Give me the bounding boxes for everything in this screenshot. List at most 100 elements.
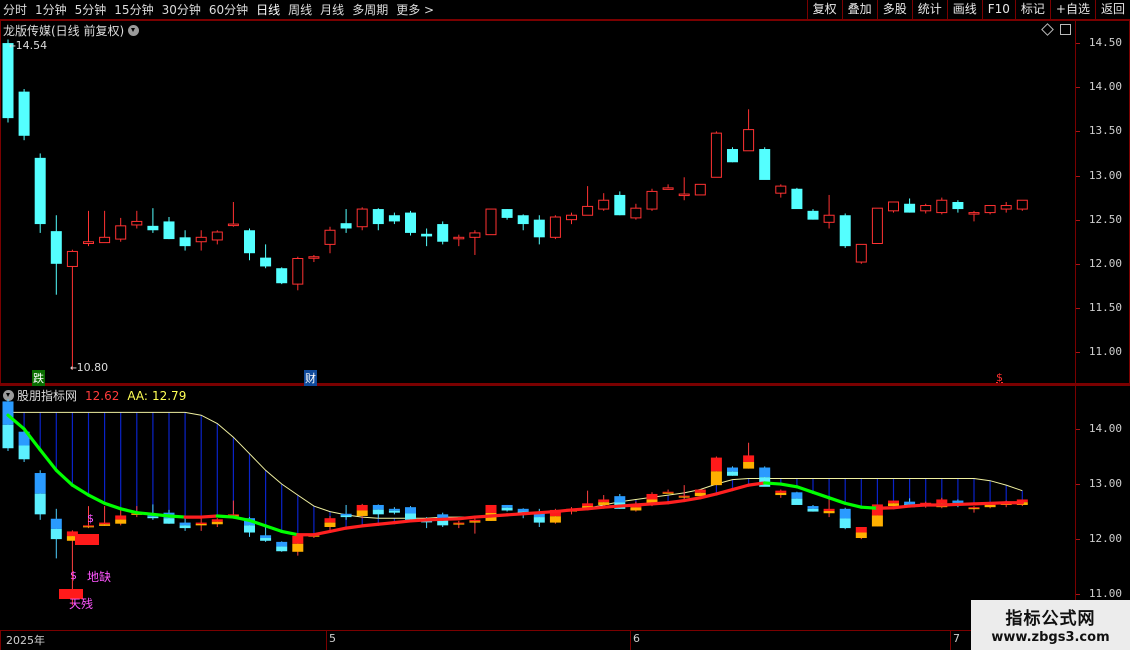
price-axis-tick <box>1076 263 1080 265</box>
date-label-jun: 6 <box>633 632 640 645</box>
price-axis-tick <box>1076 352 1080 354</box>
tab-1min[interactable]: 1分钟 <box>32 1 70 18</box>
sub-candle-body-bottom <box>50 528 62 540</box>
sub-candle-body-bottom <box>340 515 352 518</box>
sub-candle-body-top <box>485 504 497 513</box>
candle-body <box>694 183 706 196</box>
candle-body <box>566 214 577 221</box>
candle-body <box>533 219 545 238</box>
candle-body <box>517 215 529 225</box>
color-ma-segment <box>730 483 751 492</box>
sub-candle-body-top <box>904 501 916 505</box>
tab-fenshi[interactable]: 分时 <box>0 1 30 18</box>
sub-candle-body-top <box>694 489 706 493</box>
price-axis-tick <box>1076 43 1080 45</box>
price-axis-tick <box>1076 175 1080 177</box>
tab-15min[interactable]: 15分钟 <box>111 1 156 18</box>
overlay-button[interactable]: 叠加 <box>841 0 877 19</box>
tab-monthly[interactable]: 月线 <box>317 1 347 18</box>
color-ma-segment <box>940 502 960 507</box>
sub-candle-body-bottom <box>211 521 223 525</box>
watermark-line1: 指标公式网 <box>1005 609 1096 629</box>
sub-candle-body-bottom <box>678 496 690 498</box>
sub-candle-body-top <box>227 514 239 516</box>
add-watchlist-button[interactable]: +自选 <box>1049 0 1095 19</box>
color-ma-segment <box>521 511 541 516</box>
date-tick-4 <box>950 630 951 650</box>
tab-60min[interactable]: 60分钟 <box>206 1 251 18</box>
candle-body <box>211 231 223 241</box>
sub-candle-body-bottom <box>115 519 127 524</box>
color-ma-segment <box>231 515 252 522</box>
stats-button[interactable]: 统计 <box>911 0 947 19</box>
color-ma-segment <box>489 513 509 518</box>
color-ma-segment <box>441 517 461 521</box>
back-button[interactable]: 返回 <box>1094 0 1130 19</box>
sub-candle-body-top <box>324 518 336 523</box>
candle-body <box>839 215 851 247</box>
sub-candle-body-bottom <box>888 503 899 507</box>
sub-candle-body-top <box>276 541 288 547</box>
sub-candle-body-top <box>405 507 416 514</box>
sub-candle-body-bottom <box>324 522 336 528</box>
fuquan-button[interactable]: 复权 <box>806 0 842 19</box>
period-tabs: 分时 1分钟 5分钟 15分钟 30分钟 60分钟 日线 周线 月线 多周期 更多 > <box>0 0 439 19</box>
f10-button[interactable]: F10 <box>981 0 1015 19</box>
mark-button[interactable]: 标记 <box>1014 0 1050 19</box>
color-ma-segment <box>972 501 992 506</box>
sub-candle-body-bottom <box>855 532 867 539</box>
sub-candle-body-bottom <box>549 516 561 523</box>
tag-die[interactable]: 跌 <box>32 370 45 386</box>
candle-body <box>324 229 336 245</box>
candle-body <box>131 220 143 226</box>
sub-red-block-1 <box>75 534 99 545</box>
color-ma-segment <box>280 529 300 537</box>
candle-body <box>791 188 803 210</box>
tab-weekly[interactable]: 周线 <box>285 1 315 18</box>
sub-candle-body-top <box>582 503 594 507</box>
candle-body <box>582 205 594 216</box>
candle-body <box>147 225 159 231</box>
color-ma-segment <box>360 522 380 528</box>
candle-body <box>823 214 835 223</box>
date-label-may: 5 <box>329 632 336 645</box>
tag-dollar[interactable]: $ <box>996 371 1003 384</box>
tab-more[interactable]: 更多 > <box>393 1 437 18</box>
sub-candle-body-top <box>211 519 223 522</box>
color-ma-segment <box>779 482 799 489</box>
tag-cai[interactable]: 财 <box>304 370 317 386</box>
tab-30min[interactable]: 30分钟 <box>159 1 204 18</box>
sub-candle-body-top <box>453 522 465 524</box>
sub-candle-body-top <box>388 508 400 511</box>
sub-candle-body-bottom <box>195 523 207 526</box>
draw-line-button[interactable]: 画线 <box>946 0 982 19</box>
color-ma-segment <box>537 509 558 515</box>
candlestick-chart[interactable] <box>0 21 1075 383</box>
low-price-label: 10.80 <box>76 361 109 374</box>
sub-candle-body-bottom <box>34 493 46 515</box>
candle-body <box>1016 199 1028 210</box>
candle-body <box>227 223 239 227</box>
sub-candle-body-bottom <box>630 507 642 511</box>
sub-candle-body-bottom <box>775 492 787 496</box>
sub-candle-body-top <box>614 496 626 503</box>
candle-body <box>646 190 658 210</box>
sub-candle-body-top <box>501 504 513 508</box>
candle-body <box>66 250 78 267</box>
sub-candle-body-top <box>759 467 771 478</box>
color-ma-segment <box>827 496 847 505</box>
sub-candle-body-bottom <box>533 517 545 523</box>
price-axis-tick <box>1076 307 1080 309</box>
sub-candle-body-top <box>517 508 529 512</box>
candle-body <box>260 257 272 267</box>
sub-candle-body-bottom <box>453 523 465 525</box>
candle-body <box>469 232 481 238</box>
tab-daily[interactable]: 日线 <box>253 1 283 18</box>
tab-multi[interactable]: 多周期 <box>349 1 391 18</box>
indicator-chart[interactable] <box>0 386 1075 630</box>
tab-5min[interactable]: 5分钟 <box>72 1 110 18</box>
multi-stock-button[interactable]: 多股 <box>876 0 912 19</box>
sub-axis-tick <box>1076 428 1080 430</box>
price-axis-label: 12.50 <box>1088 212 1122 226</box>
candle-body <box>630 207 642 219</box>
